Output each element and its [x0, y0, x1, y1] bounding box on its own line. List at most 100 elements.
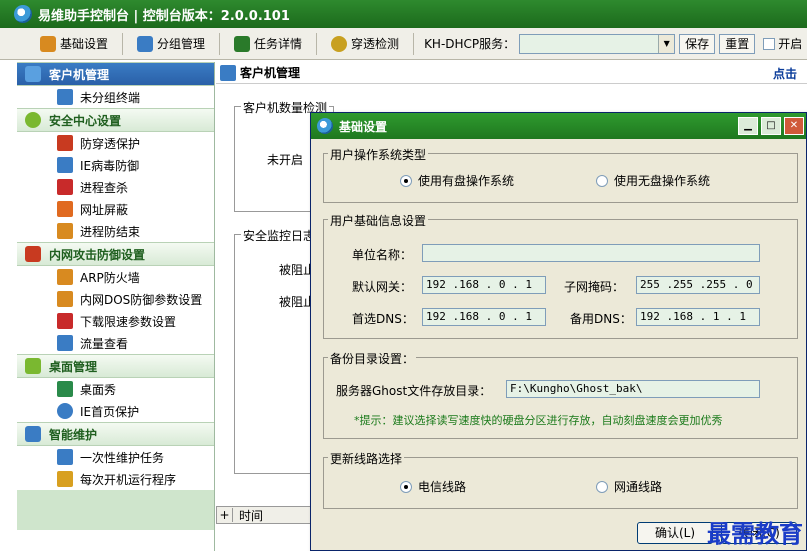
- save-button[interactable]: 保存: [679, 33, 716, 54]
- telecom-line-radio[interactable]: 电信线路: [400, 478, 466, 495]
- group-management-button[interactable]: 分组管理: [127, 32, 215, 56]
- enable-checkbox[interactable]: [763, 37, 776, 50]
- group-management-label: 分组管理: [157, 37, 206, 51]
- column-header-time[interactable]: 时间: [233, 507, 263, 524]
- unit-name-label: 单位名称：: [352, 248, 413, 262]
- sidebar-item-label: 未分组终端: [80, 90, 141, 105]
- sidebar-group-smart-maintenance[interactable]: 智能维护: [17, 422, 214, 446]
- sidebar-item-process-protect[interactable]: 进程防结束: [17, 220, 214, 242]
- sidebar-group-desktop-management[interactable]: 桌面管理: [17, 354, 214, 378]
- maximize-icon[interactable]: □: [761, 117, 781, 135]
- sidebar-item-url-block[interactable]: 网址屏蔽: [17, 198, 214, 220]
- primary-dns-label: 首选DNS：: [352, 312, 414, 326]
- sidebar-item-label: 防穿透保护: [80, 136, 141, 151]
- sidebar-group-lan-attack-defense[interactable]: 内网攻击防御设置: [17, 242, 214, 266]
- task-icon: [234, 35, 251, 52]
- log-table-header: + 时间: [216, 506, 312, 524]
- sidebar-item-download-limit[interactable]: 下载限速参数设置: [17, 310, 214, 332]
- app-logo-icon: [317, 118, 333, 134]
- expand-icon[interactable]: +: [217, 508, 233, 522]
- app-title: 易维助手控制台 | 控制台版本：2.0.0.101: [38, 8, 290, 24]
- toolbar-divider: [219, 32, 221, 55]
- default-gateway-label: 默认网关：: [352, 280, 413, 294]
- disk-os-radio[interactable]: 使用有盘操作系统: [400, 172, 514, 189]
- basic-settings-button[interactable]: 基础设置: [30, 32, 118, 56]
- sidebar-item-label: IE病毒防御: [80, 158, 140, 173]
- dhcp-service-label: KH-DHCP服务：: [424, 37, 516, 51]
- page-title: 客户机管理: [240, 66, 301, 80]
- netcom-line-radio[interactable]: 网通线路: [596, 478, 662, 495]
- toolbar-divider: [122, 32, 124, 55]
- shield-icon: [25, 112, 41, 128]
- help-link[interactable]: 点击: [773, 65, 797, 82]
- sidebar-group-label: 智能维护: [49, 427, 98, 442]
- sidebar-item-ungrouped-terminals[interactable]: 未分组终端: [17, 86, 214, 108]
- diskless-os-label: 使用无盘操作系统: [614, 174, 711, 188]
- sidebar-group-client-management[interactable]: 客户机管理: [17, 62, 214, 86]
- sidebar-group-label: 客户机管理: [49, 67, 110, 82]
- app-logo-icon: [14, 5, 32, 23]
- chevron-down-icon[interactable]: ▼: [658, 34, 675, 53]
- sidebar-item-desktop-show[interactable]: 桌面秀: [17, 378, 214, 400]
- sidebar-item-label: IE首页保护: [80, 404, 140, 419]
- disk-os-label: 使用有盘操作系统: [418, 174, 515, 188]
- update-line-group: 更新线路选择 电信线路 网通线路: [323, 450, 798, 509]
- sidebar-group-security-center[interactable]: 安全中心设置: [17, 108, 214, 132]
- toolbar-divider: [316, 32, 318, 55]
- sidebar-item-ie-homepage-protect[interactable]: IE首页保护: [17, 400, 214, 422]
- sidebar-item-startup-program[interactable]: 每次开机运行程序: [17, 468, 214, 490]
- sidebar-item-label: 进程查杀: [80, 180, 129, 195]
- diskless-os-radio[interactable]: 使用无盘操作系统: [596, 172, 710, 189]
- secondary-dns-input[interactable]: 192 .168 . 1 . 1: [636, 308, 760, 326]
- basic-info-legend: 用户基础信息设置: [328, 212, 429, 229]
- process-icon: [57, 179, 73, 195]
- subnet-mask-label: 子网掩码：: [564, 280, 625, 294]
- ghost-dir-label: 服务器Ghost文件存放目录：: [336, 384, 492, 398]
- os-type-legend: 用户操作系统类型: [328, 146, 429, 163]
- backup-dir-legend: 备份目录设置：: [328, 350, 417, 367]
- default-gateway-input[interactable]: 192 .168 . 0 . 1: [422, 276, 546, 294]
- watermark-logo: 最需教育: [707, 519, 803, 548]
- globe-icon: [331, 35, 348, 52]
- penetration-check-label: 穿透检测: [351, 37, 400, 51]
- sidebar-item-one-time-task[interactable]: 一次性维护任务: [17, 446, 214, 468]
- unit-name-input[interactable]: [422, 244, 760, 262]
- sidebar-group-label: 安全中心设置: [49, 113, 122, 128]
- browser-icon: [57, 157, 73, 173]
- secondary-dns-label: 备用DNS：: [570, 312, 632, 326]
- ghost-dir-input[interactable]: F:\Kungho\Ghost_bak\: [506, 380, 760, 398]
- title-bar: 易维助手控制台 | 控制台版本：2.0.0.101: [0, 0, 807, 28]
- subnet-mask-input[interactable]: 255 .255 .255 . 0: [636, 276, 760, 294]
- sidebar-item-traffic-view[interactable]: 流量查看: [17, 332, 214, 354]
- reset-button[interactable]: 重置: [719, 33, 756, 54]
- dhcp-service-select[interactable]: ▼: [519, 33, 676, 54]
- minimize-icon[interactable]: ▁: [738, 117, 758, 135]
- update-line-legend: 更新线路选择: [328, 450, 405, 467]
- sidebar-item-arp-firewall[interactable]: ARP防火墙: [17, 266, 214, 288]
- firewall-icon: [25, 246, 41, 262]
- client-count-text: 未开启: [267, 153, 304, 167]
- desktop-icon: [25, 358, 41, 374]
- computer-icon: [25, 66, 41, 82]
- close-icon[interactable]: ✕: [784, 117, 804, 135]
- computer-icon: [57, 89, 73, 105]
- dos-icon: [57, 291, 73, 307]
- group-icon: [137, 35, 154, 52]
- task-details-button[interactable]: 任务详情: [224, 32, 312, 56]
- sidebar-item-dos-defense[interactable]: 内网DOS防御参数设置: [17, 288, 214, 310]
- backup-dir-group: 备份目录设置： 服务器Ghost文件存放目录： F:\Kungho\Ghost_…: [323, 350, 798, 439]
- primary-dns-input[interactable]: 192 .168 . 0 . 1: [422, 308, 546, 326]
- confirm-button[interactable]: 确认(L): [637, 522, 713, 544]
- sidebar-item-process-kill[interactable]: 进程查杀: [17, 176, 214, 198]
- task-details-label: 任务详情: [254, 37, 303, 51]
- radio-unchecked-icon: [596, 174, 608, 187]
- basic-settings-label: 基础设置: [60, 37, 109, 51]
- penetration-check-button[interactable]: 穿透检测: [321, 32, 409, 56]
- sidebar-item-label: 网址屏蔽: [80, 202, 129, 217]
- sidebar-item-ie-virus-defense[interactable]: IE病毒防御: [17, 154, 214, 176]
- sidebar-group-label: 内网攻击防御设置: [49, 247, 146, 262]
- dialog-title-bar[interactable]: 基础设置 ▁ □ ✕: [311, 113, 806, 139]
- sidebar: 客户机管理 未分组终端 安全中心设置 防穿透保护 IE病毒防御 进程查杀 网址屏…: [17, 62, 215, 551]
- basic-info-group: 用户基础信息设置 单位名称： 默认网关： 192 .168 . 0 . 1 子网…: [323, 212, 798, 339]
- sidebar-item-anti-penetration[interactable]: 防穿透保护: [17, 132, 214, 154]
